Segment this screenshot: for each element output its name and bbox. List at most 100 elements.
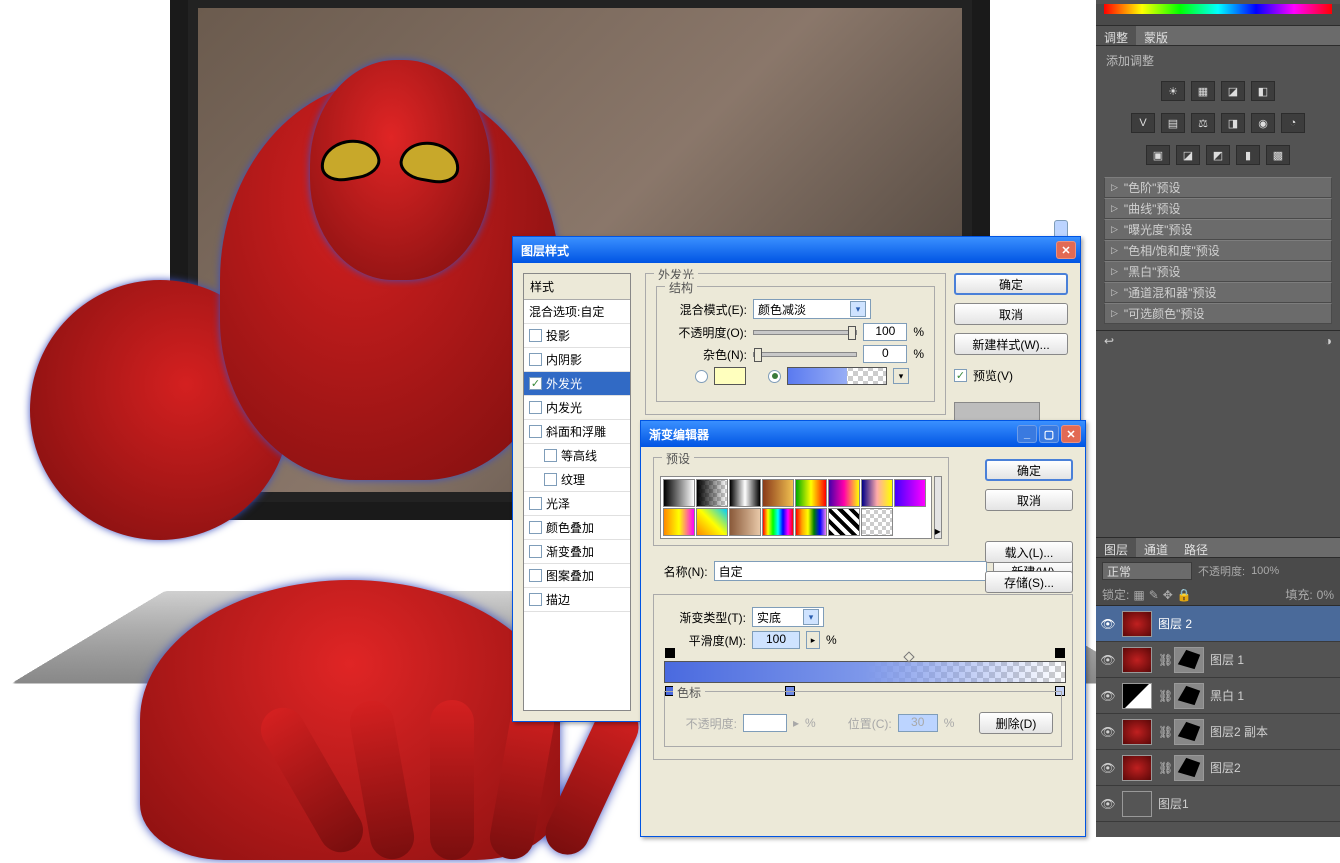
glow-gradient-preview[interactable] — [787, 367, 887, 385]
effect-gradient-overlay[interactable]: 渐变叠加 — [524, 540, 630, 564]
noise-value[interactable]: 0 — [863, 345, 907, 363]
gradient-editor-titlebar[interactable]: 渐变编辑器 _ ▢ ✕ — [641, 421, 1085, 447]
gradient-preset[interactable] — [795, 508, 827, 536]
gradient-preset[interactable] — [762, 479, 794, 507]
effect-color-overlay[interactable]: 颜色叠加 — [524, 516, 630, 540]
levels-icon[interactable]: ▦ — [1191, 81, 1215, 101]
link-icon[interactable]: ⛓ — [1158, 761, 1168, 775]
gradient-map-icon[interactable]: ▮ — [1236, 145, 1260, 165]
layer-row[interactable]: 👁⛓图层2 — [1096, 750, 1340, 786]
preset-item[interactable]: "曲线"预设 — [1104, 198, 1332, 219]
minimize-icon[interactable]: _ — [1017, 425, 1037, 443]
gradient-preset[interactable] — [795, 479, 827, 507]
link-icon[interactable]: ⛓ — [1158, 653, 1168, 667]
layer-thumb[interactable] — [1122, 791, 1152, 817]
glow-opacity-value[interactable]: 100 — [863, 323, 907, 341]
checkbox[interactable] — [529, 425, 542, 438]
tab-adjustments[interactable]: 调整 — [1096, 26, 1136, 45]
effect-satin[interactable]: 光泽 — [524, 492, 630, 516]
close-icon[interactable]: ✕ — [1061, 425, 1081, 443]
cancel-button[interactable]: 取消 — [954, 303, 1068, 325]
glow-color-swatch[interactable] — [714, 367, 746, 385]
gradient-preset[interactable] — [894, 479, 926, 507]
photo-filter-icon[interactable]: ◉ — [1251, 113, 1275, 133]
link-icon[interactable]: ⛓ — [1158, 689, 1168, 703]
effect-drop-shadow[interactable]: 投影 — [524, 324, 630, 348]
preset-item[interactable]: "色相/饱和度"预设 — [1104, 240, 1332, 261]
new-style-button[interactable]: 新建样式(W)... — [954, 333, 1068, 355]
color-radio[interactable] — [695, 370, 708, 383]
preset-item[interactable]: "色阶"预设 — [1104, 177, 1332, 198]
visibility-icon[interactable]: 👁 — [1100, 761, 1116, 775]
channel-mixer-icon[interactable]: ◔ — [1281, 113, 1305, 133]
mask-thumb[interactable] — [1174, 719, 1204, 745]
layer-row[interactable]: 👁⛓黑白 1 — [1096, 678, 1340, 714]
lock-transparent-icon[interactable]: ▦ — [1133, 588, 1144, 602]
fill-value[interactable]: 0% — [1317, 588, 1334, 602]
effect-stroke[interactable]: 描边 — [524, 588, 630, 612]
gradient-preset[interactable] — [696, 508, 728, 536]
checkbox[interactable] — [544, 473, 557, 486]
lock-paint-icon[interactable]: ✎ — [1149, 588, 1159, 602]
brightness-icon[interactable]: ☀ — [1161, 81, 1185, 101]
tab-paths[interactable]: 路径 — [1176, 538, 1216, 557]
styles-header[interactable]: 样式 — [524, 274, 630, 300]
layer-thumb[interactable] — [1122, 755, 1152, 781]
effect-outer-glow[interactable]: 外发光 — [524, 372, 630, 396]
mask-thumb[interactable] — [1174, 647, 1204, 673]
mask-thumb[interactable] — [1174, 683, 1204, 709]
smooth-chevron-icon[interactable]: ▸ — [806, 631, 820, 649]
preset-item[interactable]: "曝光度"预设 — [1104, 219, 1332, 240]
checkbox[interactable] — [529, 353, 542, 366]
preview-checkbox[interactable] — [954, 369, 967, 382]
cancel-button[interactable]: 取消 — [985, 489, 1073, 511]
threshold-icon[interactable]: ◩ — [1206, 145, 1230, 165]
visibility-icon[interactable]: 👁 — [1100, 797, 1116, 811]
lock-all-icon[interactable]: 🔒 — [1177, 588, 1192, 602]
hue-icon[interactable]: ▤ — [1161, 113, 1185, 133]
load-button[interactable]: 载入(L)... — [985, 541, 1073, 563]
blend-options-row[interactable]: 混合选项:自定 — [524, 300, 630, 324]
gradient-preset[interactable] — [696, 479, 728, 507]
preset-item[interactable]: "黑白"预设 — [1104, 261, 1332, 282]
posterize-icon[interactable]: ◪ — [1176, 145, 1200, 165]
tab-channels[interactable]: 通道 — [1136, 538, 1176, 557]
checkbox[interactable] — [529, 377, 542, 390]
effect-bevel[interactable]: 斜面和浮雕 — [524, 420, 630, 444]
ok-button[interactable]: 确定 — [985, 459, 1073, 481]
preset-menu-icon[interactable]: ▸ — [935, 524, 941, 538]
mask-thumb[interactable] — [1174, 755, 1204, 781]
gradient-preset[interactable] — [729, 508, 761, 536]
lock-position-icon[interactable]: ✥ — [1163, 588, 1173, 602]
maximize-icon[interactable]: ▢ — [1039, 425, 1059, 443]
gradient-preset[interactable] — [663, 508, 695, 536]
selective-color-icon[interactable]: ▩ — [1266, 145, 1290, 165]
gradient-preset[interactable] — [828, 479, 860, 507]
gradient-preset[interactable] — [828, 508, 860, 536]
checkbox[interactable] — [529, 521, 542, 534]
effect-texture[interactable]: 纹理 — [524, 468, 630, 492]
gradient-radio[interactable] — [768, 370, 781, 383]
layer-thumb[interactable] — [1122, 647, 1152, 673]
vibrance-icon[interactable]: V — [1131, 113, 1155, 133]
checkbox[interactable] — [529, 545, 542, 558]
layer-style-titlebar[interactable]: 图层样式 ✕ — [513, 237, 1080, 263]
effect-inner-shadow[interactable]: 内阴影 — [524, 348, 630, 372]
position-input[interactable]: 30 — [898, 714, 938, 732]
visibility-icon[interactable]: 👁 — [1100, 689, 1116, 703]
gradient-preset[interactable] — [861, 508, 893, 536]
checkbox[interactable] — [529, 569, 542, 582]
checkbox[interactable] — [529, 497, 542, 510]
noise-slider[interactable] — [753, 352, 857, 357]
save-button[interactable]: 存储(S)... — [985, 571, 1073, 593]
preset-item[interactable]: "通道混和器"预设 — [1104, 282, 1332, 303]
gradient-preset[interactable] — [663, 479, 695, 507]
balance-icon[interactable]: ⚖ — [1191, 113, 1215, 133]
delete-stop-button[interactable]: 删除(D) — [979, 712, 1053, 734]
bw-icon[interactable]: ◨ — [1221, 113, 1245, 133]
visibility-icon[interactable]: 👁 — [1100, 653, 1116, 667]
return-icon[interactable]: ↩ — [1104, 334, 1114, 348]
layer-thumb[interactable] — [1122, 683, 1152, 709]
layer-thumb[interactable] — [1122, 719, 1152, 745]
smooth-value[interactable]: 100 — [752, 631, 800, 649]
